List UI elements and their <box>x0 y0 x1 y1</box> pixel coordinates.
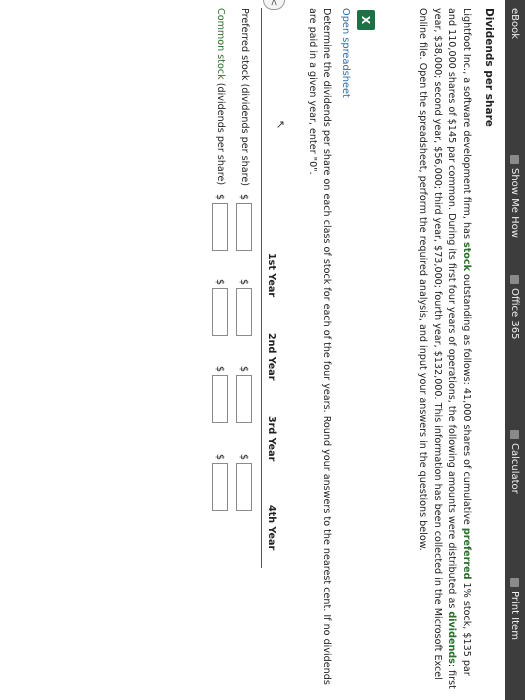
calculator-label: Calculator <box>509 443 521 494</box>
currency-symbol: $ <box>214 366 226 373</box>
common-row-label: Common stock (dividends per share) <box>215 8 226 185</box>
header-1st-year: 1st Year <box>266 253 277 298</box>
show-me-how-button[interactable]: Show Me How <box>505 155 525 238</box>
header-2nd-year: 2nd Year <box>266 333 277 381</box>
preferred-year4-input[interactable] <box>236 463 252 512</box>
keyword-stock[interactable]: stock <box>461 242 472 271</box>
instructions-text: Determine the dividends per share on eac… <box>307 8 332 685</box>
rotated-page: eBook Show Me How Office 365 Calculator … <box>0 0 525 700</box>
mouse-cursor-icon: ↖ <box>274 120 287 130</box>
intro-text-a: Lightfoot Inc., a software development f… <box>461 8 472 242</box>
currency-symbol: $ <box>238 194 250 201</box>
header-4th-year: 4th Year <box>266 505 277 551</box>
common-year2-cell: $ <box>212 279 228 337</box>
open-spreadsheet-link[interactable]: Open spreadsheet <box>340 8 351 98</box>
intro-text-b: outstanding as follows: 41,000 shares of… <box>461 270 472 528</box>
preferred-year1-cell: $ <box>236 194 252 252</box>
keyword-dividends[interactable]: dividends <box>446 611 457 663</box>
common-year4-input[interactable] <box>212 463 228 512</box>
printer-icon <box>510 578 520 587</box>
currency-symbol: $ <box>238 279 250 286</box>
currency-symbol: $ <box>214 279 226 286</box>
page-title: Dividends per share <box>483 8 495 127</box>
show-me-how-label: Show Me How <box>509 168 521 238</box>
currency-symbol: $ <box>214 194 226 201</box>
question-content: Dividends per share Lightfoot Inc., a so… <box>0 8 505 692</box>
preferred-year3-cell: $ <box>236 366 252 424</box>
currency-symbol: $ <box>238 366 250 373</box>
calculator-button[interactable]: Calculator <box>505 430 525 494</box>
ebook-label: eBook <box>509 8 521 40</box>
common-row-label-rest: (dividends per share) <box>215 79 226 186</box>
common-year4-cell: $ <box>212 454 228 512</box>
toolbar: eBook Show Me How Office 365 Calculator … <box>505 0 525 700</box>
preferred-year2-input[interactable] <box>236 288 252 337</box>
calculator-icon <box>510 430 520 439</box>
office365-icon <box>510 275 520 284</box>
table-divider <box>261 8 262 568</box>
header-3rd-year: 3rd Year <box>266 416 277 462</box>
preferred-year1-input[interactable] <box>236 203 252 252</box>
common-year3-input[interactable] <box>212 375 228 424</box>
preferred-year3-input[interactable] <box>236 375 252 424</box>
print-item-label: Print Item <box>509 591 521 640</box>
common-year2-input[interactable] <box>212 288 228 337</box>
keyword-preferred[interactable]: preferred <box>461 528 472 580</box>
preferred-year2-cell: $ <box>236 279 252 337</box>
preferred-year4-cell: $ <box>236 454 252 512</box>
excel-icon[interactable]: X <box>357 10 375 30</box>
office365-label: Office 365 <box>509 288 521 340</box>
office365-button[interactable]: Office 365 <box>505 275 525 339</box>
common-year1-input[interactable] <box>212 203 228 252</box>
ebook-button[interactable]: eBook <box>505 8 525 39</box>
common-stock-link[interactable]: Common stock <box>215 8 226 80</box>
currency-symbol: $ <box>238 454 250 461</box>
common-year1-cell: $ <box>212 194 228 252</box>
problem-description: Lightfoot Inc., a software development f… <box>415 8 473 692</box>
currency-symbol: $ <box>214 454 226 461</box>
show-me-how-icon <box>510 155 520 164</box>
print-item-button[interactable]: Print Item <box>505 578 525 640</box>
common-year3-cell: $ <box>212 366 228 424</box>
preferred-row-label: Preferred stock (dividends per share) <box>239 8 250 186</box>
